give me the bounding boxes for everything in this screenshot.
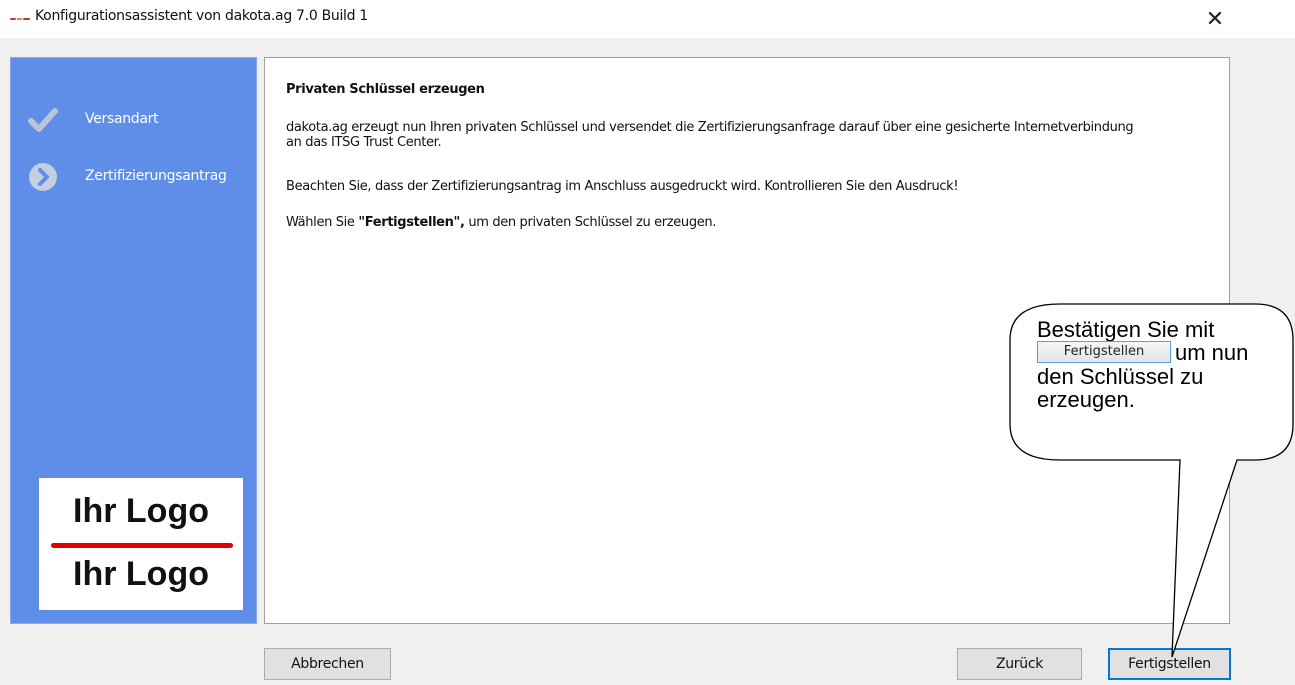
wizard-sidebar: Versandart Zertifizierungsantrag Ihr Log… [10, 57, 257, 624]
arrow-right-circle-icon [29, 163, 57, 191]
callout-line-3: den Schlüssel zu [1037, 364, 1204, 390]
close-button[interactable]: ✕ [1196, 2, 1234, 36]
callout-line-2: Fertigstellen um nun [1037, 341, 1277, 365]
cancel-button[interactable]: Abbrechen [264, 648, 391, 680]
logo-divider [51, 543, 233, 548]
sidebar-step-zertifizierungsantrag: Zertifizierungsantrag [11, 162, 258, 202]
callout-line-2-text: um nun [1175, 340, 1249, 365]
callout-line-1: Bestätigen Sie mit [1037, 317, 1215, 342]
instruction-prefix: Wählen Sie [286, 215, 359, 230]
app-icon [10, 16, 30, 22]
logo-text-top: Ihr Logo [73, 492, 209, 530]
back-button[interactable]: Zurück [957, 648, 1082, 680]
instruction-text: Wählen Sie "Fertigstellen", um den priva… [286, 215, 716, 230]
callout-inline-button: Fertigstellen [1037, 341, 1171, 364]
print-notice: Beachten Sie, dass der Zertifizierungsan… [286, 179, 959, 194]
callout-text: Bestätigen Sie mit Fertigstellen um nun d… [1037, 318, 1277, 411]
description-line-1: dakota.ag erzeugt nun Ihren privaten Sch… [286, 120, 1134, 135]
description-line-2: an das ITSG Trust Center. [286, 135, 442, 150]
logo-text-bottom: Ihr Logo [73, 555, 209, 593]
sidebar-step-label: Versandart [85, 111, 159, 127]
window-title: Konfigurationsassistent von dakota.ag 7.… [35, 8, 368, 24]
finish-button[interactable]: Fertigstellen [1108, 648, 1231, 680]
instruction-suffix: um den privaten Schlüssel zu erzeugen. [464, 215, 717, 230]
page-heading: Privaten Schlüssel erzeugen [286, 82, 485, 97]
callout-line-4: erzeugen. [1037, 387, 1135, 413]
sidebar-step-versandart: Versandart [11, 105, 258, 145]
company-logo: Ihr Logo Ihr Logo [39, 478, 243, 610]
checkmark-icon [28, 108, 58, 132]
title-bar: Konfigurationsassistent von dakota.ag 7.… [0, 0, 1295, 38]
instruction-emphasis: "Fertigstellen", [358, 215, 465, 230]
sidebar-step-label: Zertifizierungsantrag [85, 168, 227, 184]
